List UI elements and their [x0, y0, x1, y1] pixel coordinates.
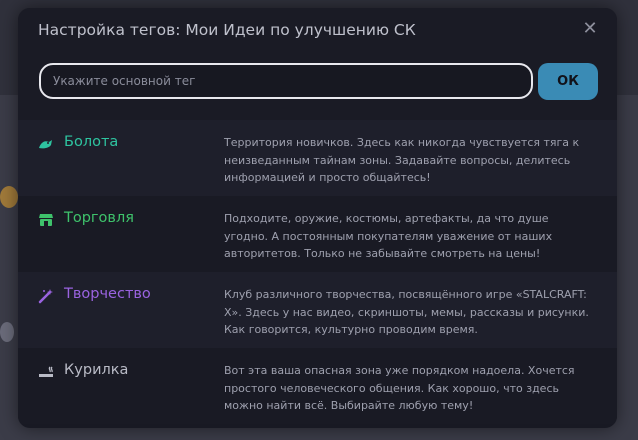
tag-name: Творчество — [64, 286, 151, 302]
avatar — [0, 322, 14, 342]
magic-wand-icon — [38, 289, 53, 304]
tag-description: Подходите, оружие, костюмы, артефакты, д… — [224, 212, 553, 260]
cigarette-icon — [39, 366, 53, 377]
ok-button[interactable]: ОК — [538, 63, 598, 100]
tag-row-smoking-room[interactable]: Курилка Вот эта ваша опасная зона уже по… — [18, 348, 617, 424]
tag-row-creativity[interactable]: Творчество Клуб различного творчества, п… — [18, 272, 617, 348]
tag-name: Курилка — [64, 362, 129, 378]
tag-settings-dialog: Настройка тегов: Мои Идеи по улучшению С… — [18, 8, 617, 428]
avatar — [0, 186, 18, 208]
dialog-title: Настройка тегов: Мои Идеи по улучшению С… — [38, 21, 416, 39]
main-tag-input[interactable] — [39, 63, 533, 99]
shop-icon — [39, 214, 53, 226]
tag-name: Торговля — [64, 210, 134, 226]
tag-row-trade[interactable]: Торговля Подходите, оружие, костюмы, арт… — [18, 196, 617, 272]
tag-description: Вот эта ваша опасная зона уже порядком н… — [224, 364, 575, 412]
dialog-header: Настройка тегов: Мои Идеи по улучшению С… — [18, 8, 617, 120]
swamp-icon — [39, 140, 52, 149]
close-icon[interactable]: ✕ — [581, 20, 599, 38]
tag-row-swamp[interactable]: Болота Территория новичков. Здесь как ни… — [18, 120, 617, 196]
tag-name: Болота — [64, 134, 119, 150]
tag-list: Болота Территория новичков. Здесь как ни… — [18, 120, 617, 424]
tag-description: Территория новичков. Здесь как никогда ч… — [224, 136, 580, 184]
tag-description: Клуб различного творчества, посвящённого… — [224, 288, 589, 336]
